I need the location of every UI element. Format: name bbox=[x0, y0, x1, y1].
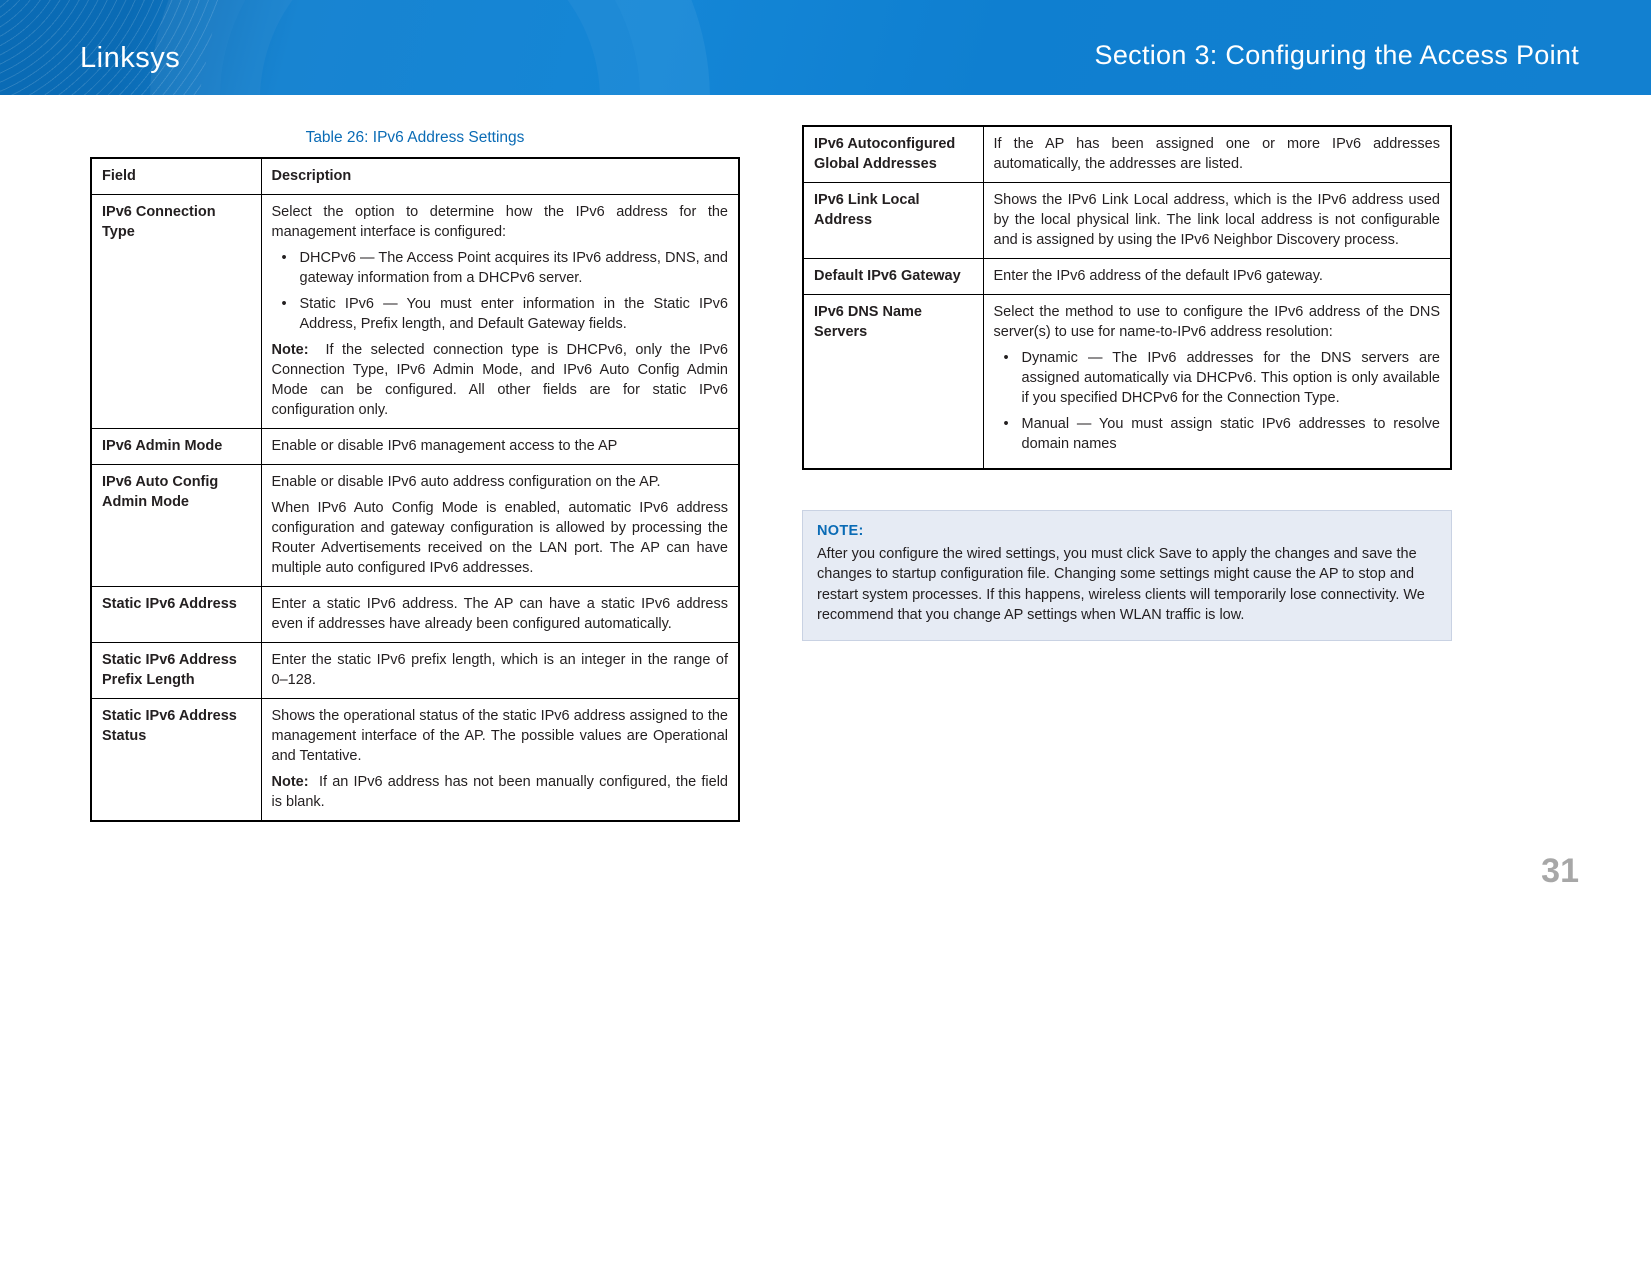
field-cell: IPv6 Auto Config Admin Mode bbox=[91, 465, 261, 587]
right-column: IPv6 Autoconfigured Global Addresses If t… bbox=[802, 125, 1452, 641]
left-column: Table 26: IPv6 Address Settings Field De… bbox=[90, 125, 740, 822]
field-cell: IPv6 DNS Name Servers bbox=[803, 295, 983, 470]
field-cell: IPv6 Connection Type bbox=[91, 195, 261, 429]
field-cell: Default IPv6 Gateway bbox=[803, 259, 983, 295]
bullet-list: DHCPv6 — The Access Point acquires its I… bbox=[272, 248, 729, 334]
description-cell: Enable or disable IPv6 management access… bbox=[261, 429, 739, 465]
table-caption: Table 26: IPv6 Address Settings bbox=[90, 129, 740, 147]
description-cell: Enter the IPv6 address of the default IP… bbox=[983, 259, 1451, 295]
description-cell: Enter the static IPv6 prefix length, whi… bbox=[261, 643, 739, 699]
table-row: IPv6 Link Local AddressShows the IPv6 Li… bbox=[803, 183, 1451, 259]
table-row: Default IPv6 Gateway Enter the IPv6 addre… bbox=[803, 259, 1451, 295]
desc-intro: Enter the IPv6 address of the default IP… bbox=[994, 266, 1441, 286]
description-cell: Select the option to determine how the I… bbox=[261, 195, 739, 429]
desc-para: When IPv6 Auto Config Mode is enabled, a… bbox=[272, 498, 729, 578]
ipv6-settings-table-left: Field Description IPv6 Connection Type Se… bbox=[90, 157, 740, 822]
note-text: If the selected connection type is DHCPv… bbox=[272, 342, 729, 418]
table-row: IPv6 Admin Mode Enable or disable IPv6 ma… bbox=[91, 429, 739, 465]
field-cell: IPv6 Admin Mode bbox=[91, 429, 261, 465]
field-cell: Static IPv6 Address Prefix Length bbox=[91, 643, 261, 699]
desc-intro: Select the option to determine how the I… bbox=[272, 202, 729, 242]
field-cell: IPv6 Link Local Address bbox=[803, 183, 983, 259]
bullet-item: Static IPv6 — You must enter information… bbox=[272, 294, 729, 334]
description-cell: Shows the operational status of the stat… bbox=[261, 699, 739, 822]
desc-intro: Select the method to use to configure th… bbox=[994, 302, 1441, 342]
bullet-item: Dynamic — The IPv6 addresses for the DNS… bbox=[994, 348, 1441, 408]
section-title: Section 3: Configuring the Access Point bbox=[1095, 40, 1579, 71]
bullet-item: DHCPv6 — The Access Point acquires its I… bbox=[272, 248, 729, 288]
note-label: Note: bbox=[272, 342, 309, 358]
col-header-field: Field bbox=[91, 158, 261, 195]
bullet-item: Manual — You must assign static IPv6 add… bbox=[994, 414, 1441, 454]
field-cell: Static IPv6 Address Status bbox=[91, 699, 261, 822]
description-cell: If the AP has been assigned one or more … bbox=[983, 126, 1451, 183]
page-header: Linksys Section 3: Configuring the Acces… bbox=[0, 0, 1651, 95]
bullet-list: Dynamic — The IPv6 addresses for the DNS… bbox=[994, 348, 1441, 454]
field-cell: IPv6 Autoconfigured Global Addresses bbox=[803, 126, 983, 183]
description-cell: Select the method to use to configure th… bbox=[983, 295, 1451, 470]
table-row: IPv6 Autoconfigured Global Addresses If t… bbox=[803, 126, 1451, 183]
desc-intro: Enter a static IPv6 address. The AP can … bbox=[272, 594, 729, 634]
col-header-desc: Description bbox=[261, 158, 739, 195]
desc-intro: Enable or disable IPv6 management access… bbox=[272, 436, 729, 456]
table-row: IPv6 Connection Type Select the option to… bbox=[91, 195, 739, 429]
table-row: Static IPv6 Address Enter a static IPv6 a… bbox=[91, 587, 739, 643]
page-number: 31 bbox=[0, 832, 1651, 931]
inline-note: Note: If an IPv6 address has not been ma… bbox=[272, 772, 729, 812]
inline-note: Note: If the selected connection type is… bbox=[272, 340, 729, 420]
table-row: IPv6 DNS Name Servers Select the method t… bbox=[803, 295, 1451, 470]
description-cell: Enable or disable IPv6 auto address conf… bbox=[261, 465, 739, 587]
brand-text: Linksys bbox=[80, 42, 180, 75]
desc-intro: Enter the static IPv6 prefix length, whi… bbox=[272, 650, 729, 690]
note-label: Note: bbox=[272, 774, 309, 790]
description-cell: Enter a static IPv6 address. The AP can … bbox=[261, 587, 739, 643]
description-cell: Shows the IPv6 Link Local address, which… bbox=[983, 183, 1451, 259]
field-cell: Static IPv6 Address bbox=[91, 587, 261, 643]
table-row: Static IPv6 Address Prefix Length Enter t… bbox=[91, 643, 739, 699]
note-body: After you configure the wired settings, … bbox=[817, 544, 1437, 626]
note-heading: NOTE: bbox=[817, 521, 1437, 542]
table-row: IPv6 Auto Config Admin Mode Enable or dis… bbox=[91, 465, 739, 587]
desc-intro: Shows the IPv6 Link Local address, which… bbox=[994, 190, 1441, 250]
ipv6-settings-table-right: IPv6 Autoconfigured Global Addresses If t… bbox=[802, 125, 1452, 470]
note-text: If an IPv6 address has not been manually… bbox=[272, 774, 729, 810]
desc-intro: Shows the operational status of the stat… bbox=[272, 706, 729, 766]
desc-intro: Enable or disable IPv6 auto address conf… bbox=[272, 472, 729, 492]
table-row: Static IPv6 Address StatusShows the oper… bbox=[91, 699, 739, 822]
note-box: NOTE: After you configure the wired sett… bbox=[802, 510, 1452, 641]
desc-intro: If the AP has been assigned one or more … bbox=[994, 134, 1441, 174]
